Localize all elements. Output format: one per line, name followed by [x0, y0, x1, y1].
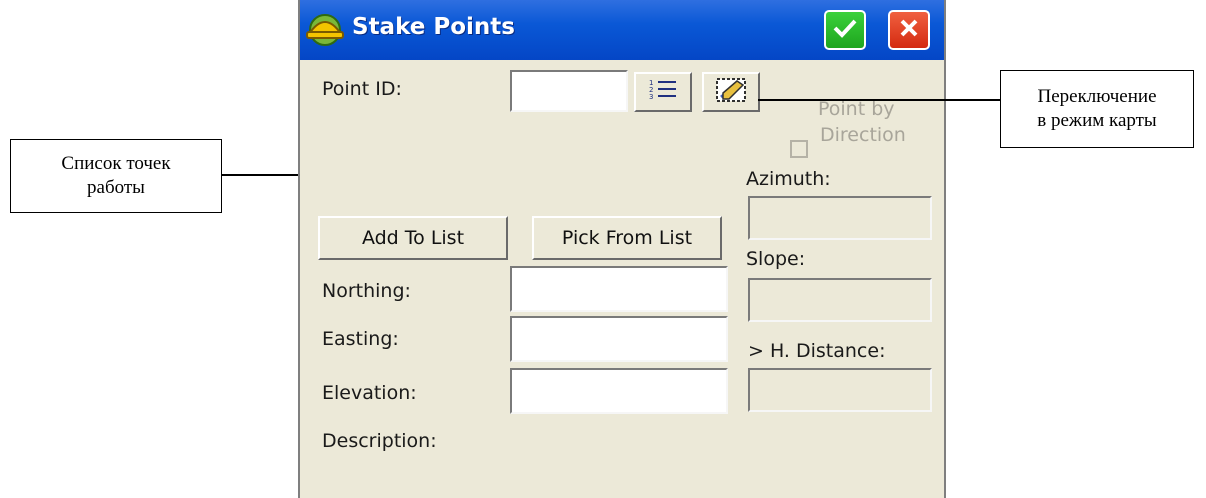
close-icon — [898, 17, 920, 43]
leader-line-map-mode — [758, 99, 1000, 101]
slope-field — [748, 278, 932, 322]
ok-button[interactable] — [824, 10, 866, 50]
point-by-direction-checkbox[interactable] — [790, 140, 808, 158]
numbered-list-icon: 1 2 3 — [648, 77, 678, 107]
stake-points-window: Stake Points Point ID: 1 2 3 Point by Di… — [298, 0, 946, 498]
callout-map-mode-line2: в режим карты — [1037, 110, 1157, 131]
callout-map-mode-line1: Переключение — [1037, 86, 1157, 107]
point-list-button[interactable]: 1 2 3 — [634, 72, 692, 112]
point-by-direction-label-line1: Point by — [818, 98, 895, 120]
window-title: Stake Points — [352, 14, 515, 40]
callout-map-mode: Переключение в режим карты — [1000, 70, 1194, 148]
description-label: Description: — [322, 430, 437, 452]
close-button[interactable] — [888, 10, 930, 50]
callout-point-list-line1: Список точек — [61, 153, 171, 174]
svg-text:3: 3 — [649, 93, 653, 101]
map-mode-button[interactable] — [702, 72, 760, 112]
elevation-label: Elevation: — [322, 382, 417, 404]
h-distance-field — [748, 368, 932, 412]
slope-label: Slope: — [746, 248, 806, 270]
callout-point-list: Список точек работы — [10, 139, 222, 213]
checkmark-icon — [832, 17, 858, 43]
azimuth-field — [748, 196, 932, 240]
easting-input[interactable] — [510, 316, 728, 362]
point-id-label: Point ID: — [322, 78, 402, 100]
pick-from-list-button[interactable]: Pick From List — [532, 216, 722, 260]
point-by-direction-label-line2: Direction — [820, 124, 906, 146]
northing-label: Northing: — [322, 280, 411, 302]
map-icon — [715, 77, 747, 107]
northing-input[interactable] — [510, 266, 728, 312]
add-to-list-button[interactable]: Add To List — [318, 216, 508, 260]
h-distance-label: > H. Distance: — [748, 340, 886, 362]
elevation-input[interactable] — [510, 368, 728, 414]
easting-label: Easting: — [322, 328, 399, 350]
callout-point-list-line2: работы — [87, 177, 145, 198]
azimuth-label: Azimuth: — [746, 168, 831, 190]
point-id-input[interactable] — [510, 70, 628, 112]
hardhat-app-icon — [304, 10, 346, 50]
title-bar: Stake Points — [300, 0, 944, 60]
